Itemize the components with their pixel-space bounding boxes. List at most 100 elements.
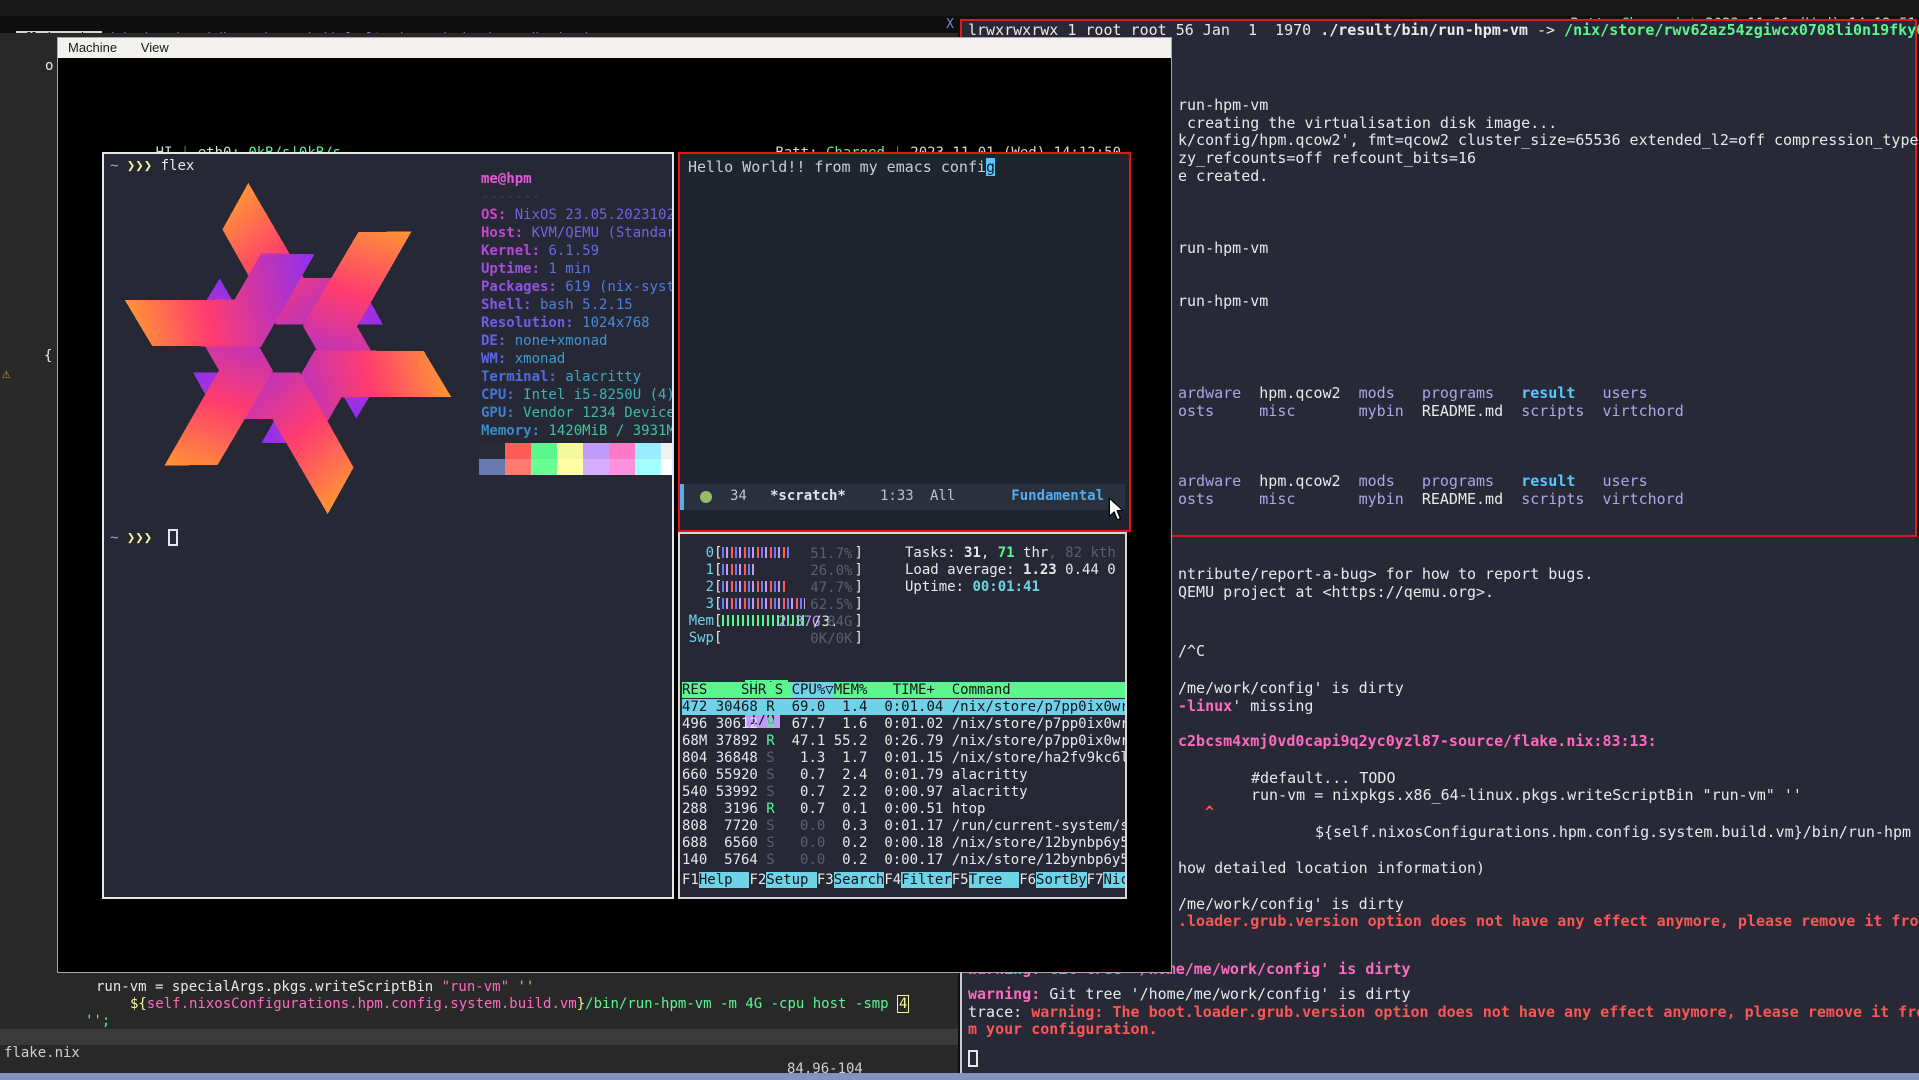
neofetch-value: alacritty: [557, 369, 641, 385]
process-row[interactable]: 68M 37892 R 47.1 55.2 0:26.79 /nix/store…: [682, 733, 1127, 749]
comma: ,: [981, 545, 998, 561]
code-cursor-char: 4: [897, 995, 909, 1013]
process-row[interactable]: 140 5764 S 0.0 0.2 0:00.17 /nix/store/12…: [682, 852, 1127, 868]
file: README.md: [1422, 402, 1521, 420]
tabline-close-icon[interactable]: X: [946, 17, 954, 32]
palette-swatch: [557, 443, 583, 459]
cpu-meter-3: 3[62.5%]: [688, 596, 863, 612]
proc-rest: 0.3 0:01.17 /run/current-system/sys: [825, 818, 1127, 834]
code-string: "run-vm": [442, 979, 509, 995]
guest-terminal-window[interactable]: ~ ❯❯❯ flex me@hpm ------- OS: Nix: [102, 152, 674, 899]
terminal-line: run-hpm-vm: [1178, 240, 1268, 257]
fkey: F6: [1019, 872, 1036, 888]
error-line: m your configuration.: [968, 1021, 1158, 1038]
command-text: flex: [161, 158, 195, 174]
meter-percent: 62.5%: [810, 597, 852, 613]
terminal-line: /^C: [1178, 643, 1205, 660]
process-row[interactable]: 804 36848 S 1.3 1.7 0:01.15 /nix/store/h…: [682, 750, 1127, 766]
error-text: warning: The boot.loader.grub.version op…: [1031, 1003, 1919, 1021]
header-sort-column[interactable]: CPU%▽: [792, 682, 834, 698]
proc-rest: 2.4 0:01.79 alacritty: [825, 767, 1027, 783]
neofetch-value: 619 (nix-syste: [557, 279, 674, 295]
kthread-label: , 82 kth: [1048, 545, 1115, 561]
process-row[interactable]: 688 6560 S 0.0 0.2 0:00.18 /nix/store/12…: [682, 835, 1127, 851]
neofetch-label: Uptime:: [481, 261, 540, 277]
dir: misc: [1259, 402, 1358, 420]
neofetch-label: Shell:: [481, 297, 532, 313]
ls-target: /nix/store/rwv62az54zgiwcx0708li0n19fky0: [1564, 21, 1919, 39]
meter-label: 2: [688, 579, 714, 595]
proc-state: S: [766, 852, 774, 868]
terminal-line: -linux' missing: [1178, 698, 1313, 715]
process-row[interactable]: 496 30612 R 67.7 1.6 0:01.02 /nix/store/…: [682, 716, 1127, 732]
fkey: F5: [952, 872, 969, 888]
header-left: RES SHR S: [682, 682, 792, 698]
proc-cpu: 0.0: [775, 818, 826, 834]
process-row[interactable]: 660 55920 S 0.7 2.4 0:01.79 alacritty: [682, 767, 1127, 783]
emacs-cursor: g: [986, 158, 995, 176]
proc-cpu: 0.0: [775, 852, 826, 868]
terminal-line: QEMU project at <https://qemu.org>.: [1178, 584, 1494, 601]
mem-meter: Mem[2.37G/3.84G]: [688, 613, 863, 629]
neofetch-label: Kernel:: [481, 243, 540, 259]
buffer-text: Hello World!! from my emacs confi: [688, 158, 986, 176]
htop-window[interactable]: 0[51.7%] 1[26.0%] 2[47.7%] 3[62.5%] Mem[…: [678, 532, 1127, 899]
neofetch-separator: -------: [481, 189, 540, 205]
fkey-setup-button[interactable]: Setup: [766, 872, 817, 888]
file: hpm.qcow2: [1259, 384, 1358, 402]
cpu-meter-0: 0[51.7%]: [688, 545, 863, 561]
proc-state: S: [766, 818, 774, 834]
dir: users: [1602, 472, 1647, 490]
dir: scripts: [1521, 490, 1602, 508]
dir: mods: [1359, 384, 1422, 402]
proc-rest: 1.4 0:01.04 /nix/store/p7pp0ix0wr7g: [825, 699, 1127, 715]
bracket: [: [714, 613, 722, 629]
process-row[interactable]: 288 3196 R 0.7 0.1 0:00.51 htop: [682, 801, 1127, 817]
file: hpm.qcow2: [1259, 472, 1358, 490]
proc-rest: 1.6 0:01.02 /nix/store/p7pp0ix0wr7g: [825, 716, 1127, 732]
meter-label: 0: [688, 545, 714, 561]
qemu-vm-window[interactable]: Machine View HI | eth0: 0kB/s|0kB/s Batt…: [57, 37, 1172, 973]
dir: virtchord: [1602, 402, 1683, 420]
proc-cols: 140 5764: [682, 852, 766, 868]
fkey-help-button[interactable]: Help: [699, 872, 750, 888]
proc-state: S: [766, 750, 774, 766]
thread-count: 71: [998, 545, 1015, 561]
process-row[interactable]: 540 53992 S 0.7 2.2 0:00.97 alacritty: [682, 784, 1127, 800]
bracket: ]: [854, 596, 862, 612]
code-string: /bin/run-hpm-vm -m 4G -cpu host -smp: [585, 996, 897, 1012]
mem-total: 84G: [827, 614, 852, 630]
fkey-sortby-button[interactable]: SortBy: [1036, 872, 1087, 888]
fkey-nice-button[interactable]: Nice: [1103, 872, 1127, 888]
menu-view[interactable]: View: [131, 38, 179, 57]
fkey-tree-button[interactable]: Tree: [969, 872, 1020, 888]
symlink-dir: result: [1521, 472, 1602, 490]
fkey-filter-button[interactable]: Filter: [901, 872, 952, 888]
warning-label: warning:: [968, 985, 1040, 1003]
palette-swatch: [609, 443, 635, 459]
terminal-line: how detailed location information): [1178, 860, 1485, 877]
neofetch-user: me@hpm: [481, 171, 532, 187]
terminal-line: c2bcsm4xmj0vd0capi9q2yc0yzl87-source/fla…: [1178, 733, 1657, 750]
process-row[interactable]: 808 7720 S 0.0 0.3 0:01.17 /run/current-…: [682, 818, 1127, 834]
header-right: MEM% TIME+ Command: [834, 682, 1011, 698]
palette-row-bright: [479, 459, 674, 480]
modeline-line-count: 34: [730, 488, 747, 504]
proc-cpu: 1.3: [775, 750, 826, 766]
statusline-filename: flake.nix: [4, 1045, 80, 1061]
emacs-window[interactable]: Hello World!! from my emacs config 34 *s…: [678, 152, 1131, 532]
neofetch-label: DE:: [481, 333, 506, 349]
fkey: F4: [884, 872, 901, 888]
fkey-search-button[interactable]: Search: [834, 872, 885, 888]
code-fragment: o: [45, 58, 53, 74]
proc-cpu: 67.7: [775, 716, 826, 732]
code-line: ${self.nixosConfigurations.hpm.config.sy…: [130, 996, 909, 1012]
process-row[interactable]: 472 30468 R 69.0 1.4 0:01.04 /nix/store/…: [682, 699, 1127, 715]
menu-machine[interactable]: Machine: [58, 38, 127, 57]
bracket: [: [714, 562, 722, 578]
warning-text: Git tree '/home/me/work/config' is dirty: [1040, 985, 1410, 1003]
htop-table-header[interactable]: RES SHR S CPU%▽MEM% TIME+ Command: [682, 682, 1127, 698]
neofetch-line: WM: xmonad: [481, 351, 565, 367]
code-interp: ${: [130, 996, 147, 1012]
cpu-meter-1: 1[26.0%]: [688, 562, 863, 578]
